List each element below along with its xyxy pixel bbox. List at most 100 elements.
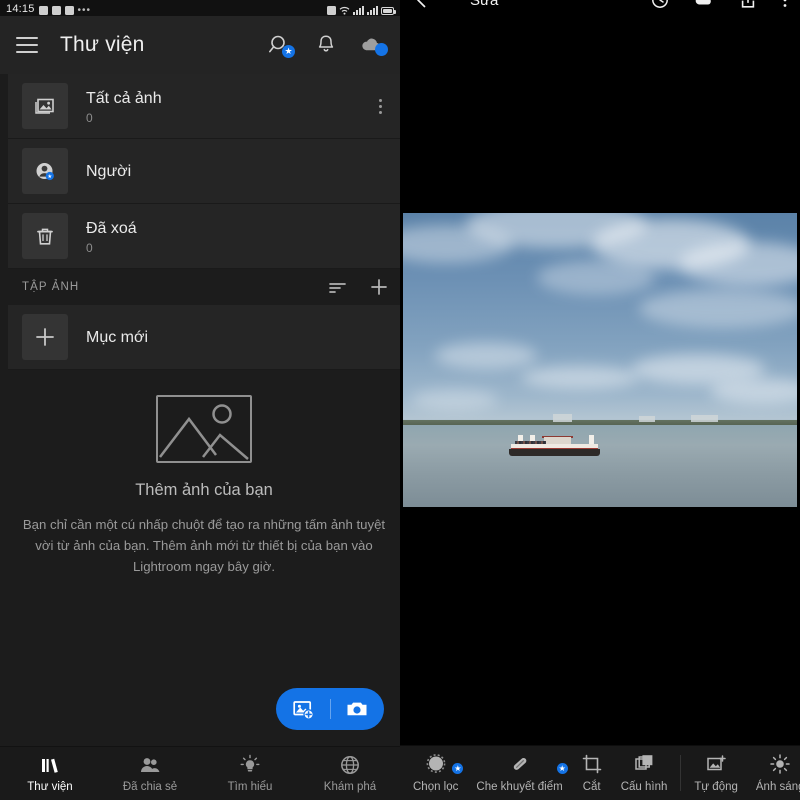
message-icon — [51, 6, 61, 15]
auto-icon — [707, 755, 726, 771]
edit-top-bar: Sửa — [400, 0, 800, 12]
shore-building — [639, 415, 656, 423]
app-bar-actions: ★ — [268, 33, 388, 58]
tool-label: Cấu hình — [620, 781, 668, 793]
status-clock: 14:15 — [6, 3, 35, 15]
list-item-title: Tất cả ảnh — [86, 89, 162, 107]
status-bar: 14:15 ••• — [0, 0, 400, 16]
list-item-texts: Người — [86, 162, 131, 181]
list-item-people[interactable]: ★ Người — [8, 139, 400, 204]
premium-star-badge: ★ — [452, 763, 464, 774]
add-photos-fab[interactable] — [276, 688, 384, 730]
more-dots-icon[interactable] — [782, 0, 788, 10]
list-item-texts: Tất cả ảnh 0 — [86, 89, 162, 124]
signal-icon — [367, 6, 378, 15]
albums-section-header: TẬP ẢNH — [8, 269, 400, 305]
premium-star-badge: ★ — [282, 45, 295, 58]
nav-item-shared[interactable]: Đã chia sẻ — [100, 747, 200, 800]
tool-light[interactable]: Ánh sáng — [747, 746, 800, 800]
nav-label: Đã chia sẻ — [122, 781, 178, 793]
list-item-count: 0 — [86, 240, 93, 255]
nav-item-learn[interactable]: Tìm hiểu — [200, 747, 300, 800]
ferry-boat — [509, 434, 600, 456]
list-item-texts: Mục mới — [86, 328, 148, 347]
back-arrow-icon[interactable] — [412, 0, 432, 10]
plus-icon[interactable] — [370, 278, 388, 296]
cloud-shape — [639, 289, 797, 328]
wifi-icon — [339, 6, 350, 15]
nav-label: Thư viện — [27, 781, 73, 793]
discover-globe-icon — [341, 756, 359, 774]
library-app-bar: Thư viện ★ — [0, 16, 400, 74]
edit-actions — [650, 0, 788, 10]
all-photos-icon — [22, 83, 68, 129]
overflow-menu-icon[interactable] — [372, 98, 388, 114]
battery-icon — [381, 7, 396, 15]
edit-toolbar: Chọn lọc ★ Che khuyết điểm ★ Cắt Cấu hìn… — [400, 745, 800, 800]
add-photo-button[interactable] — [276, 688, 330, 730]
list-item-title: Đã xoá — [86, 219, 137, 237]
more-dots-icon: ••• — [77, 5, 92, 16]
hamburger-menu-icon[interactable] — [16, 37, 38, 53]
svg-text:★: ★ — [47, 174, 52, 180]
list-item-title: Mục mới — [86, 328, 149, 346]
library-list: Tất cả ảnh 0 ★ Người Đã xoá 0 TẬP ẢNH Mụ… — [0, 74, 400, 370]
tool-label: Chọn lọc — [413, 781, 459, 793]
image-placeholder-icon — [156, 395, 252, 463]
tool-profiles[interactable]: Cấu hình — [612, 746, 677, 800]
nav-item-discover[interactable]: Khám phá — [300, 747, 400, 800]
sort-icon[interactable] — [328, 279, 348, 295]
add-photo-icon — [293, 701, 314, 720]
nav-item-library[interactable]: Thư viện — [0, 747, 100, 800]
shore-building — [552, 414, 573, 423]
list-item-all-photos[interactable]: Tất cả ảnh 0 — [8, 74, 400, 139]
camera-icon — [347, 702, 367, 716]
trash-icon — [22, 213, 68, 259]
list-item-count: 0 — [86, 110, 93, 125]
cloud-sync-icon[interactable] — [360, 33, 388, 57]
plus-icon — [22, 314, 68, 360]
shore-building — [690, 415, 719, 423]
share-icon[interactable] — [738, 0, 758, 10]
list-item-new-album[interactable]: Mục mới — [8, 305, 400, 370]
history-icon[interactable] — [650, 0, 670, 10]
people-icon: ★ — [22, 148, 68, 194]
photo-preview[interactable] — [403, 213, 797, 507]
healing-brush-icon — [513, 757, 526, 770]
tool-crop[interactable]: Cắt — [572, 746, 612, 800]
section-actions — [328, 278, 388, 296]
learn-bulb-icon — [240, 754, 260, 772]
profiles-icon — [635, 755, 653, 770]
status-bar-left: 14:15 ••• — [6, 3, 92, 16]
empty-state: Thêm ảnh của bạn Bạn chỉ cần một cú nhấp… — [8, 365, 400, 577]
selective-icon — [426, 754, 446, 773]
app-screen: 14:15 ••• Thư viện ★ Tất cả ảnh 0 ★ Ngườ… — [0, 0, 800, 800]
premium-star-badge: ★ — [556, 763, 568, 774]
cloud-icon[interactable] — [694, 0, 714, 10]
library-pane: 14:15 ••• Thư viện ★ Tất cả ảnh 0 ★ Ngườ… — [0, 0, 400, 800]
tool-healing[interactable]: Che khuyết điểm ★ — [467, 746, 571, 800]
toolbar-divider — [680, 755, 682, 791]
tool-auto[interactable]: Tự động — [685, 746, 747, 800]
message-icon — [64, 6, 74, 15]
tool-label: Che khuyết điểm — [476, 781, 563, 793]
shared-people-icon — [141, 758, 160, 772]
list-item-deleted[interactable]: Đã xoá 0 — [8, 204, 400, 269]
list-item-texts: Đã xoá 0 — [86, 219, 137, 254]
edit-title: Sửa — [470, 0, 499, 9]
bottom-navigation: Thư viện Đã chia sẻ Tìm hiểu Khám phá — [0, 746, 400, 800]
photo-water — [403, 424, 797, 507]
cloud-shape — [410, 389, 498, 410]
status-bar-right — [327, 6, 396, 15]
library-books-icon — [42, 758, 58, 773]
page-title: Thư viện — [60, 33, 145, 56]
nav-label: Khám phá — [323, 781, 377, 793]
camera-button[interactable] — [331, 688, 385, 730]
notifications-bell-icon[interactable] — [314, 33, 338, 57]
tool-label: Tự động — [694, 781, 738, 793]
nav-label: Tìm hiểu — [227, 781, 273, 793]
search-icon[interactable]: ★ — [268, 33, 295, 58]
save-icon — [327, 6, 336, 15]
tool-selective[interactable]: Chọn lọc ★ — [404, 746, 467, 800]
signal-icon — [353, 6, 364, 15]
